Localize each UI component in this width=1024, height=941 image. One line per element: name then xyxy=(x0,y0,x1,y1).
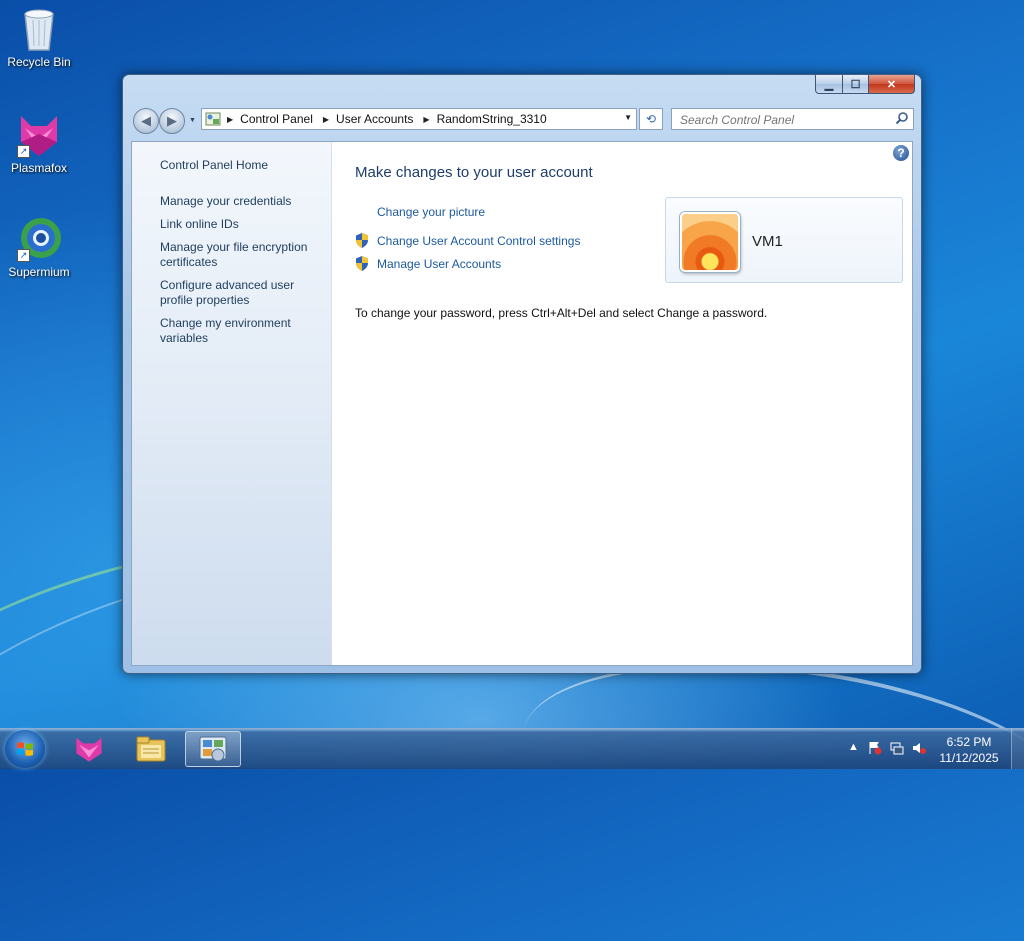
shortcut-arrow-icon: ↗ xyxy=(17,249,30,262)
windows-explorer-icon xyxy=(136,736,166,762)
action-center-icon[interactable] xyxy=(868,741,882,758)
refresh-icon: ⟲ xyxy=(645,112,657,126)
breadcrumb-separator-icon[interactable]: ▶ xyxy=(323,115,329,124)
clock-time: 6:52 PM xyxy=(946,735,992,749)
recent-pages-dropdown[interactable]: ▼ xyxy=(189,117,196,124)
desktop-icon-label: Plasmafox xyxy=(10,161,68,175)
show-desktop-button[interactable] xyxy=(1011,729,1024,769)
start-button[interactable] xyxy=(5,730,45,768)
system-tray: ▲ 6:52 PM 11/12/2025 xyxy=(834,729,1024,769)
task-environment-variables[interactable]: Change my environment variables xyxy=(160,316,325,346)
wallpaper-swoosh xyxy=(508,632,1024,912)
task-manage-credentials[interactable]: Manage your credentials xyxy=(160,194,325,209)
close-icon: ✕ xyxy=(886,78,897,91)
user-account-tile: VM1 xyxy=(665,197,903,283)
breadcrumb-control-panel[interactable]: Control Panel xyxy=(240,112,313,126)
breadcrumb-user-accounts[interactable]: User Accounts xyxy=(336,112,413,126)
search-box[interactable] xyxy=(671,108,914,130)
maximize-button[interactable]: ☐ xyxy=(843,75,869,94)
desktop-icon-recycle-bin[interactable]: Recycle Bin xyxy=(0,6,79,69)
desktop-icon-plasmafox[interactable]: ↗ Plasmafox xyxy=(0,112,79,175)
volume-muted-icon[interactable] xyxy=(912,741,926,758)
supermium-icon: ↗ xyxy=(17,216,61,262)
window-controls: ▁ ☐ ✕ xyxy=(815,75,915,94)
task-link-online-ids[interactable]: Link online IDs xyxy=(160,217,325,232)
change-picture-link[interactable]: Change your picture xyxy=(377,205,485,219)
task-advanced-profile-properties[interactable]: Configure advanced user profile properti… xyxy=(160,278,325,308)
back-button[interactable]: ◀ xyxy=(133,108,159,134)
control-panel-icon xyxy=(205,112,221,126)
breadcrumb[interactable]: ▶ Control Panel xyxy=(227,112,323,126)
control-panel-window: ▁ ☐ ✕ ◀ ▶ ▼ ▶ Control Panel ▶ User Accou… xyxy=(122,74,922,674)
taskbar-control-panel[interactable] xyxy=(185,731,241,767)
control-panel-home-link[interactable]: Control Panel Home xyxy=(160,158,268,172)
help-icon: ? xyxy=(897,146,905,160)
forward-button[interactable]: ▶ xyxy=(159,108,185,134)
breadcrumb-current-user[interactable]: RandomString_3310 xyxy=(437,112,547,126)
plasmafox-icon: ↗ xyxy=(17,112,61,158)
breadcrumb[interactable]: ▶ RandomString_3310 xyxy=(423,112,556,126)
help-button[interactable]: ? xyxy=(893,145,909,161)
breadcrumb-separator-icon[interactable]: ▶ xyxy=(423,115,429,124)
uac-shield-icon xyxy=(356,256,368,271)
maximize-icon: ☐ xyxy=(850,78,861,91)
clock-date: 11/12/2025 xyxy=(939,751,999,765)
recycle-bin-icon xyxy=(17,6,61,52)
network-icon[interactable] xyxy=(890,741,904,758)
user-avatar xyxy=(680,212,740,272)
minimize-button[interactable]: ▁ xyxy=(815,75,843,94)
desktop-icon-label: Recycle Bin xyxy=(7,55,71,69)
address-history-dropdown-icon[interactable]: ▼ xyxy=(624,113,632,122)
uac-shield-icon xyxy=(356,233,368,248)
show-hidden-icons-icon[interactable]: ▲ xyxy=(848,741,859,753)
shortcut-arrow-icon: ↗ xyxy=(17,145,30,158)
page-title: Make changes to your user account xyxy=(355,164,593,181)
windows-logo-icon xyxy=(17,742,33,756)
task-file-encryption-certificates[interactable]: Manage your file encryption certificates xyxy=(160,240,325,270)
search-input[interactable] xyxy=(678,110,892,130)
back-arrow-icon: ◀ xyxy=(141,113,151,128)
manage-user-accounts-link[interactable]: Manage User Accounts xyxy=(377,257,501,271)
taskbar-windows-explorer[interactable] xyxy=(123,731,179,767)
breadcrumb[interactable]: ▶ User Accounts xyxy=(323,112,424,126)
left-task-pane: Control Panel Home Manage your credentia… xyxy=(132,142,332,665)
clock[interactable]: 6:52 PM 11/12/2025 xyxy=(934,734,1004,766)
address-bar[interactable]: ▶ Control Panel ▶ User Accounts ▶ Random… xyxy=(201,108,637,130)
desktop-icon-supermium[interactable]: ↗ Supermium xyxy=(0,216,79,279)
search-icon[interactable] xyxy=(895,111,909,125)
forward-arrow-icon: ▶ xyxy=(167,113,177,128)
user-name: VM1 xyxy=(752,233,783,250)
navigation-bar: ◀ ▶ ▼ ▶ Control Panel ▶ User Accounts ▶ … xyxy=(131,105,914,134)
taskbar-plasmafox[interactable] xyxy=(61,731,117,767)
task-list: Manage your credentials Link online IDs … xyxy=(160,194,325,354)
window-content: Control Panel Home Manage your credentia… xyxy=(131,141,913,666)
taskbar: ▲ 6:52 PM 11/12/2025 xyxy=(0,728,1024,769)
minimize-icon: ▁ xyxy=(824,78,834,91)
plasmafox-icon xyxy=(76,737,102,762)
close-button[interactable]: ✕ xyxy=(869,75,915,94)
uac-settings-link[interactable]: Change User Account Control settings xyxy=(377,234,580,248)
control-panel-icon xyxy=(199,736,227,762)
refresh-button[interactable]: ⟲ xyxy=(639,108,663,130)
breadcrumb-separator-icon[interactable]: ▶ xyxy=(227,115,233,124)
password-change-note: To change your password, press Ctrl+Alt+… xyxy=(355,306,768,320)
desktop-icon-label: Supermium xyxy=(8,265,70,279)
